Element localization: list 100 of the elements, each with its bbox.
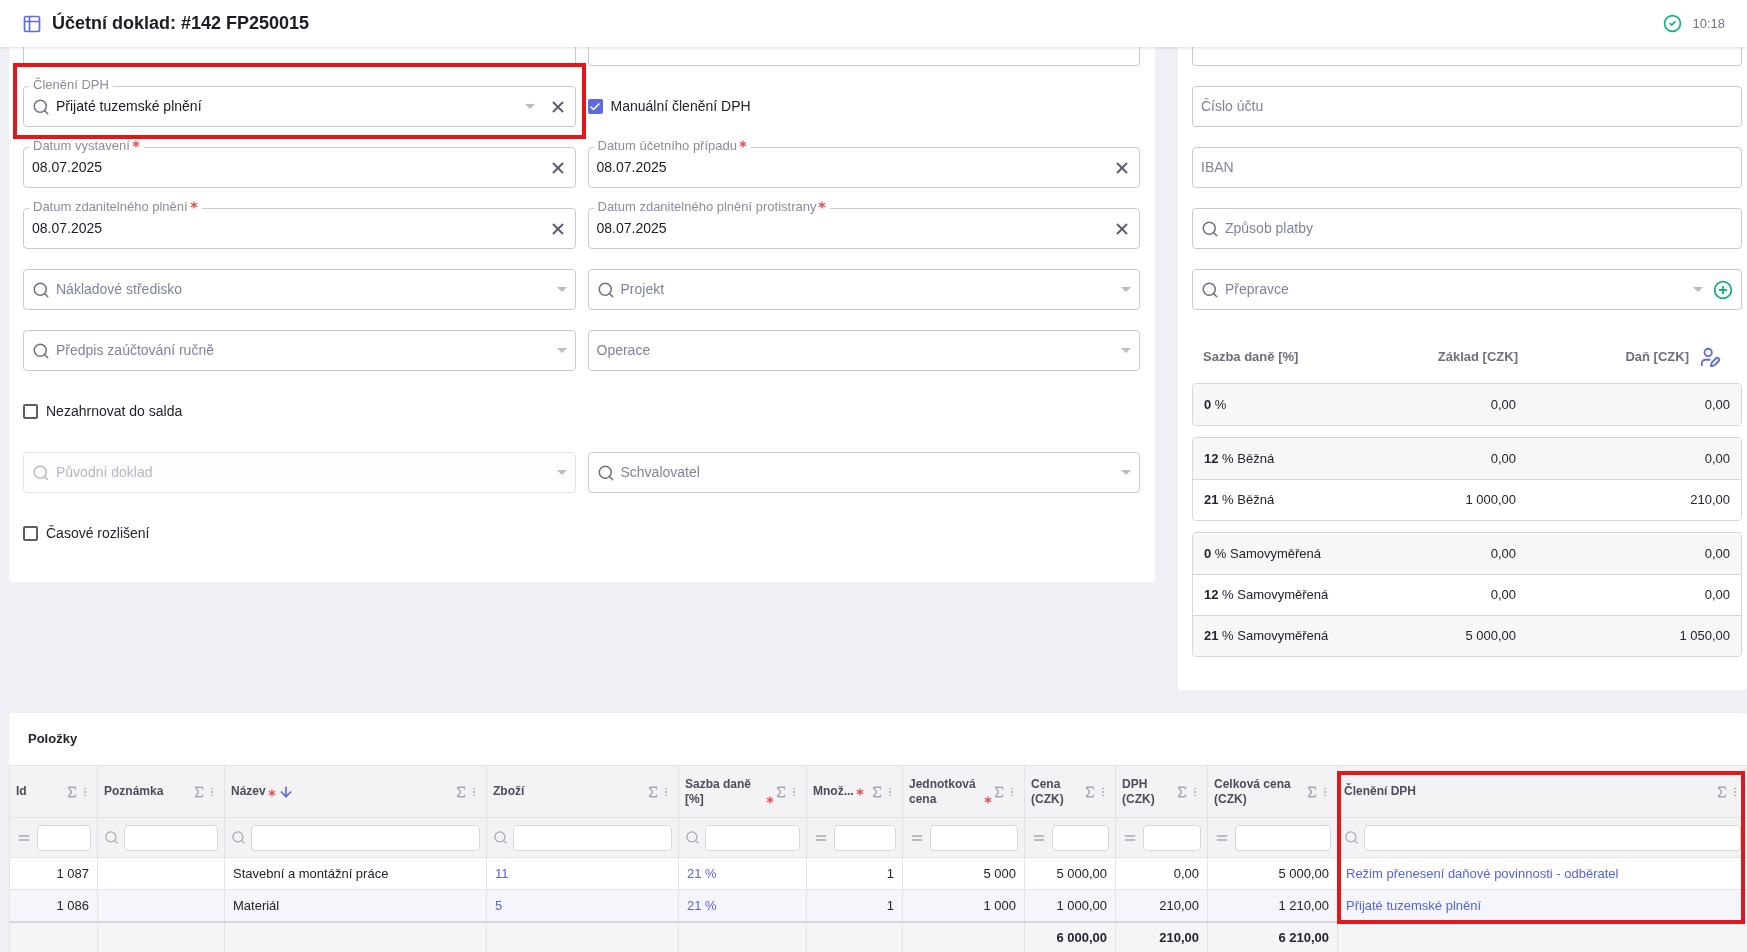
table-cell: 210,00 [1159, 897, 1199, 913]
table-cell: 1 210,00 [1278, 897, 1329, 913]
sum-icon[interactable] [1083, 784, 1097, 799]
column-header[interactable]: Členění DPH [1337, 765, 1747, 818]
text-input[interactable]: 08.07.2025 [32, 218, 535, 239]
filter-field[interactable] [513, 824, 672, 851]
filter-field[interactable] [1364, 824, 1741, 851]
required-icon [267, 788, 276, 797]
table-link[interactable]: Přijaté tuzemské plnění [1346, 897, 1482, 913]
table-link[interactable]: 5 [495, 897, 503, 913]
column-label: Název [231, 784, 266, 799]
text-input[interactable]: Operace [596, 340, 1115, 361]
tax-amount: 210,00 [1689, 491, 1730, 510]
tax-base: 0,00 [1489, 449, 1516, 468]
filter-field[interactable] [124, 824, 218, 851]
tax-amount: 0,00 [1703, 449, 1730, 468]
column-header[interactable]: Id [9, 765, 98, 818]
filter-field[interactable] [705, 824, 800, 851]
column-label: Celková cena (CZK) [1214, 776, 1292, 807]
input-field[interactable]: IBAN [1192, 147, 1742, 188]
checkbox[interactable] [587, 99, 603, 114]
input-field[interactable]: Číslo účtu [1192, 86, 1742, 127]
text-input[interactable]: Způsob platby [1225, 218, 1733, 239]
sum-icon[interactable] [1715, 784, 1729, 799]
select-field[interactable]: Přepravce [1192, 269, 1742, 310]
table-cell: 1 [886, 865, 894, 881]
text-input[interactable]: 08.07.2025 [32, 157, 535, 178]
filter-field[interactable] [1235, 824, 1331, 851]
filter-field[interactable] [1052, 824, 1109, 851]
search-icon [32, 97, 50, 116]
table-link[interactable]: 11 [495, 865, 509, 881]
column-header[interactable]: Sazba daně [%] [678, 765, 807, 818]
checkbox[interactable] [23, 526, 38, 541]
filter-field[interactable] [37, 824, 91, 851]
select-field[interactable]: Operace [587, 330, 1140, 371]
table-cell: 1 087 [56, 865, 89, 881]
select-field[interactable]: Schvalovatel [587, 452, 1140, 493]
column-header[interactable]: DPH (CZK) [1115, 765, 1208, 818]
column-header[interactable]: Poznámka [97, 765, 225, 818]
required-icon [818, 201, 827, 209]
text-input[interactable]: IBAN [1201, 157, 1733, 178]
tax-amount: 1 050,00 [1678, 627, 1730, 646]
table-cell: Stavební a montážní práce [233, 865, 389, 881]
input-field[interactable] [587, 47, 1140, 66]
checkbox[interactable] [23, 404, 38, 419]
table-cell: 1 086 [56, 897, 89, 913]
filter-field[interactable] [251, 824, 480, 851]
sum-icon[interactable] [65, 784, 79, 799]
table-link[interactable]: 21 % [687, 865, 717, 881]
user-edit-icon[interactable] [1699, 346, 1721, 368]
column-header[interactable]: Zboží [486, 765, 679, 818]
sum-icon[interactable] [870, 784, 884, 799]
input-field[interactable]: Způsob platby [1192, 208, 1742, 249]
tax-base: 0,00 [1489, 395, 1516, 414]
required-icon [739, 140, 747, 148]
search-icon [1201, 219, 1219, 238]
text-input[interactable]: Číslo účtu [1201, 96, 1733, 117]
text-input[interactable]: 08.07.2025 [596, 157, 1099, 178]
table-link[interactable]: 21 % [687, 897, 717, 913]
select-field[interactable]: Nákladové středisko [23, 269, 576, 310]
text-input[interactable]: Přijaté tuzemské plnění [56, 96, 519, 117]
section-title: Položky [28, 730, 78, 749]
column-label: Poznámka [104, 784, 164, 799]
sum-icon[interactable] [454, 784, 468, 799]
text-input[interactable]: Předpis zaúčtování ručně [56, 340, 551, 361]
sum-icon[interactable] [192, 784, 206, 799]
search-icon [32, 280, 50, 299]
add-button[interactable] [1713, 279, 1733, 300]
column-header[interactable]: Celková cena (CZK) [1207, 765, 1338, 818]
sum-icon[interactable] [774, 784, 788, 799]
table-cell: 1 [886, 897, 894, 913]
search-icon [596, 280, 615, 299]
text-input[interactable]: Schvalovatel [620, 462, 1115, 483]
select-field[interactable]: Projekt [587, 269, 1140, 310]
column-header[interactable]: Název [224, 765, 487, 818]
text-input[interactable]: Nákladové středisko [56, 279, 551, 300]
table-cell: 0,00 [1173, 865, 1199, 881]
sum-icon[interactable] [1305, 784, 1319, 799]
column-header[interactable]: Cena (CZK) [1024, 765, 1116, 818]
column-header: Sazba daně [%] [1203, 348, 1300, 367]
checkbox-label: Manuální členění DPH [610, 97, 751, 116]
table-cell: 5 000,00 [1278, 865, 1329, 881]
column-header[interactable]: Jednotková cena [902, 765, 1025, 818]
search-icon [596, 463, 615, 482]
select-field[interactable]: Předpis zaúčtování ručně [23, 330, 576, 371]
filter-field[interactable] [930, 824, 1018, 851]
sum-icon[interactable] [992, 784, 1006, 799]
text-input[interactable]: Přepravce [1225, 279, 1687, 300]
text-input[interactable]: 08.07.2025 [596, 218, 1099, 239]
column-label: Zboží [493, 784, 525, 799]
required-icon [189, 201, 198, 209]
tax-base: 0,00 [1489, 586, 1516, 605]
tax-rate: 12 % Běžná [1204, 449, 1276, 468]
sum-icon[interactable] [646, 784, 660, 799]
sum-icon[interactable] [1175, 784, 1189, 799]
text-input[interactable]: Projekt [620, 279, 1115, 300]
filter-field[interactable] [834, 824, 896, 851]
filter-field[interactable] [1143, 824, 1201, 851]
input-field[interactable] [1192, 47, 1742, 66]
column-header[interactable]: Množ... [806, 765, 903, 818]
